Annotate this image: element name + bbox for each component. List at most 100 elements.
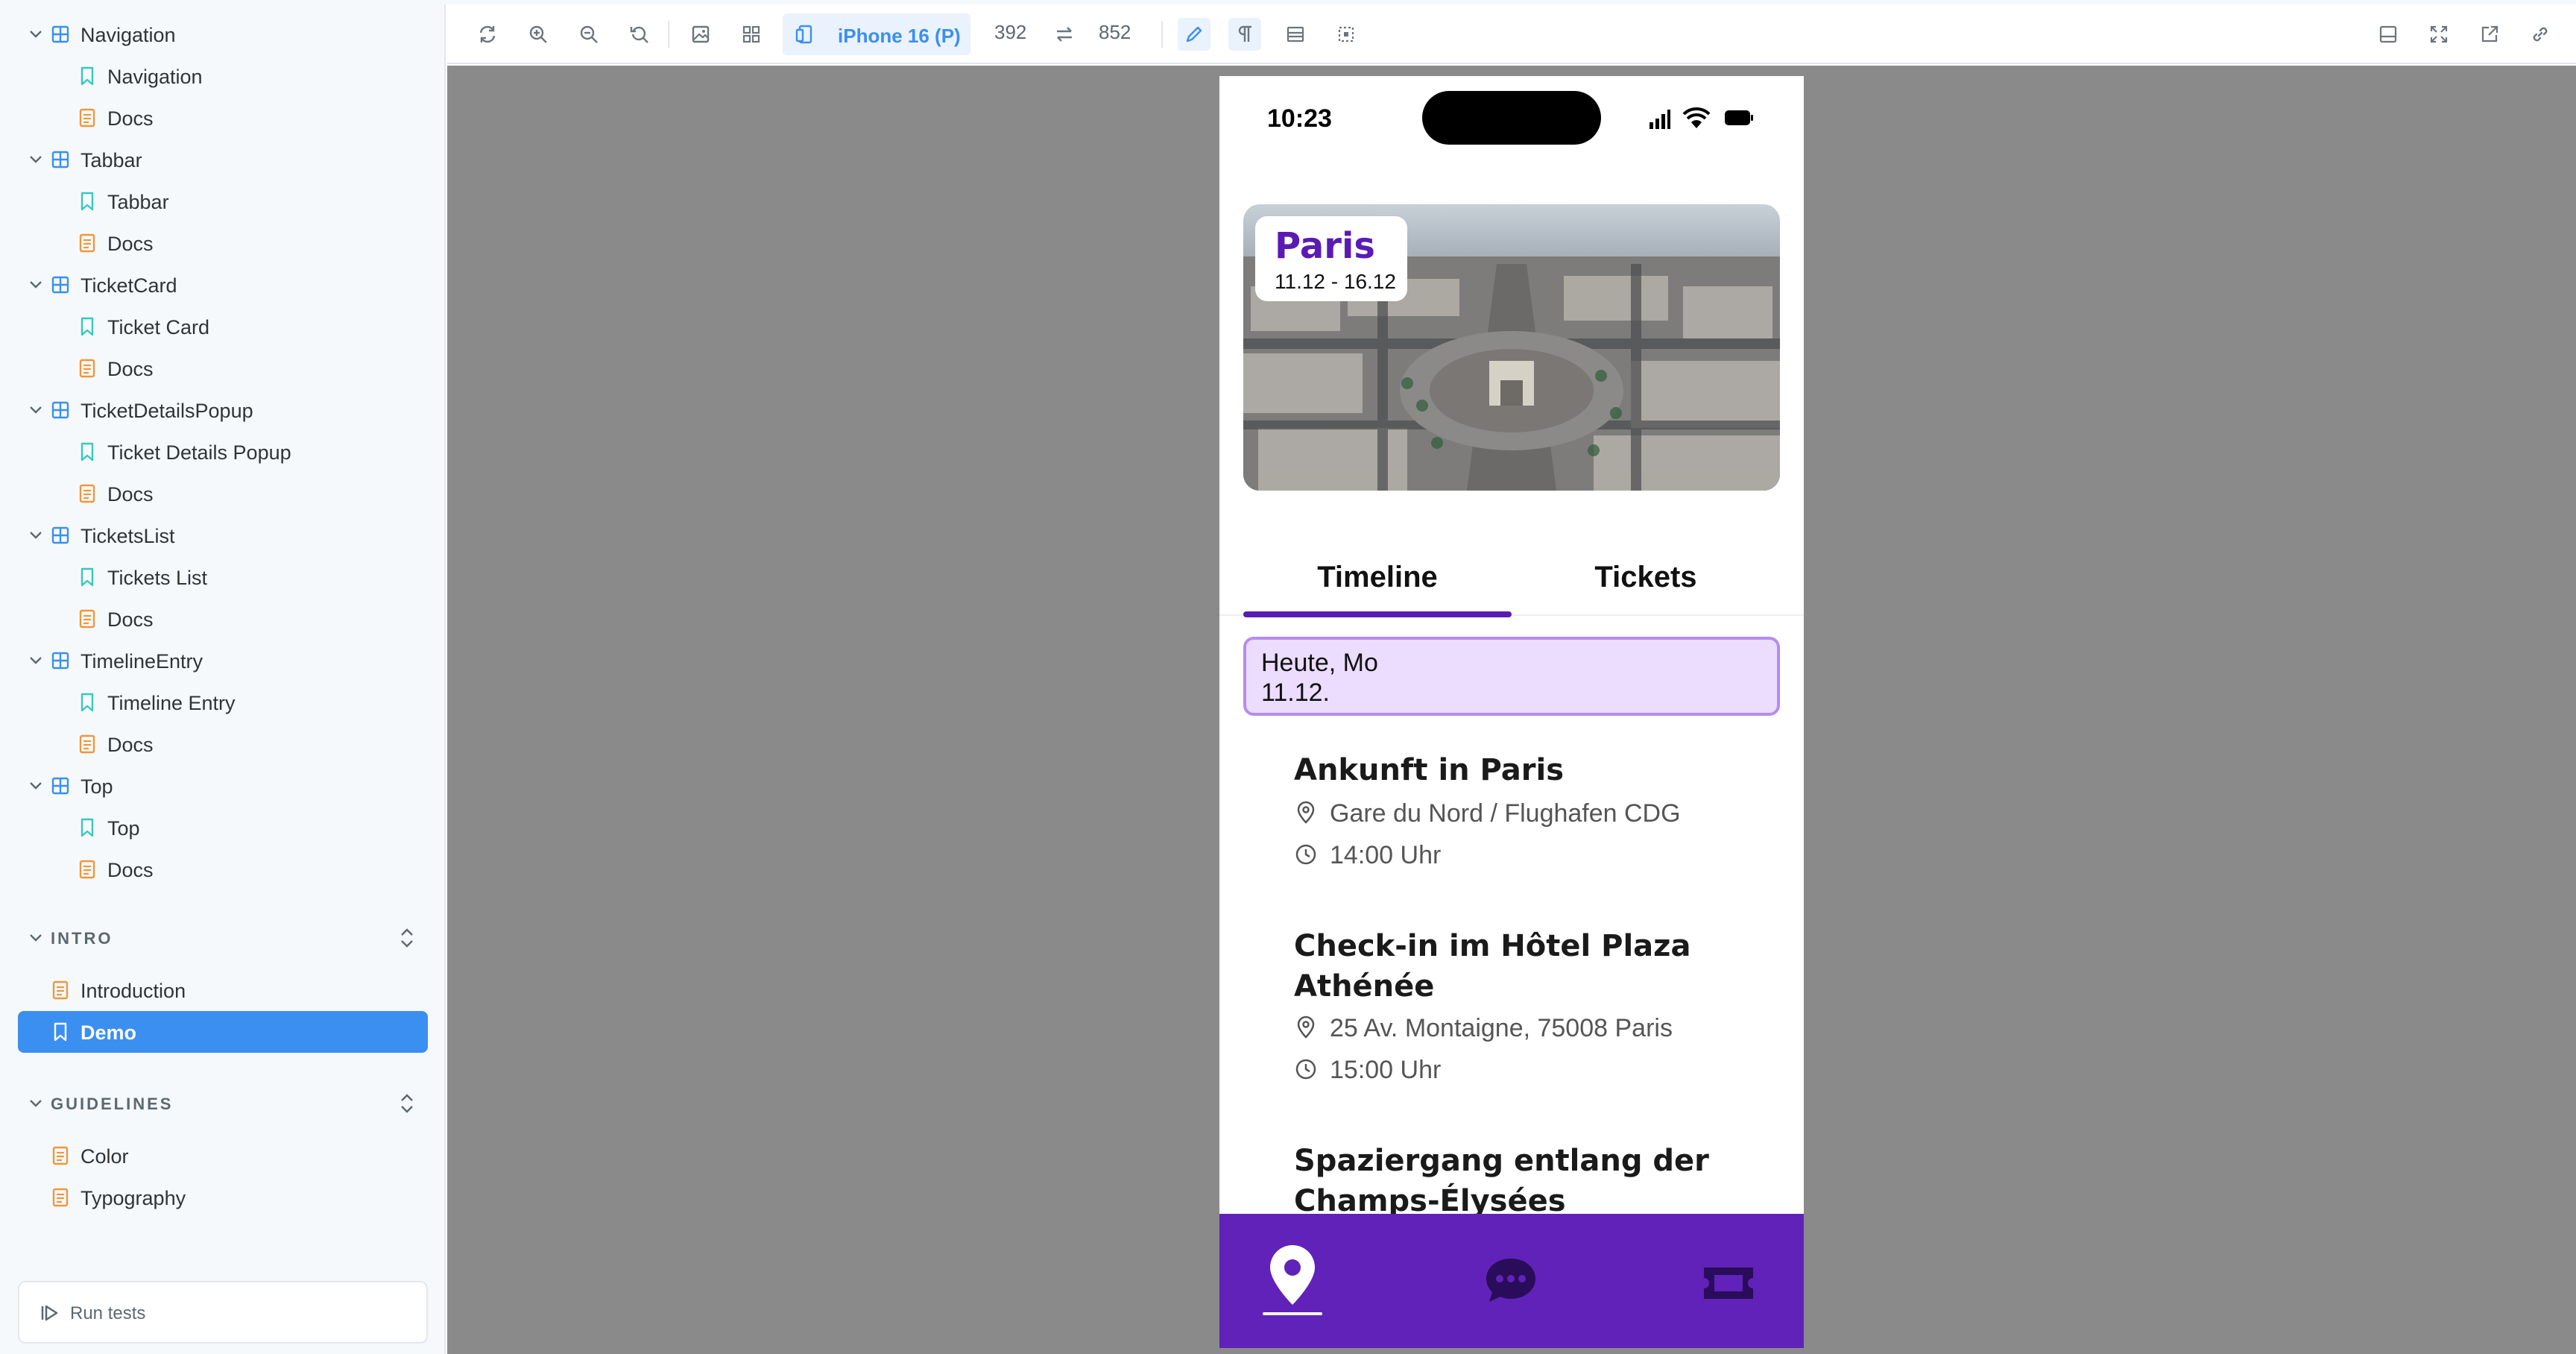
bookmark-icon: [76, 691, 98, 714]
tree-story-item[interactable]: Docs: [0, 97, 444, 139]
section-header[interactable]: INTRO: [0, 917, 444, 959]
tree-story-item[interactable]: Docs: [0, 723, 444, 765]
section-label: GUIDELINES: [51, 1095, 174, 1113]
chevron-down-icon[interactable]: [25, 650, 46, 671]
tree-component-item[interactable]: Navigation: [0, 13, 444, 55]
location-pin-icon[interactable]: [1260, 1244, 1325, 1309]
tree-component-item[interactable]: TicketDetailsPopup: [0, 389, 444, 431]
entry-location: 25 Av. Montaigne, 75008 Paris: [1294, 1013, 1741, 1042]
open-new-tab-button[interactable]: [2473, 18, 2506, 51]
tree-component-item[interactable]: Tabbar: [0, 139, 444, 180]
tree-story-item[interactable]: Tickets List: [0, 556, 444, 598]
background-button[interactable]: [684, 18, 717, 51]
chevron-down-icon[interactable]: [25, 274, 46, 295]
tree-story-item[interactable]: Ticket Card: [0, 306, 444, 347]
tree-item-label: Docs: [107, 107, 154, 130]
section-item[interactable]: Introduction: [0, 969, 444, 1011]
toolbar-separator: [1161, 21, 1163, 48]
fullscreen-button[interactable]: [2422, 18, 2455, 51]
tree-component-item[interactable]: TicketCard: [0, 264, 444, 306]
select-button[interactable]: [1330, 18, 1363, 51]
rotate-viewport-button[interactable]: [1048, 18, 1081, 51]
entry-time: 14:00 Uhr: [1294, 840, 1741, 869]
bottom-navigation: [1219, 1214, 1804, 1348]
zoom-reset-button[interactable]: [623, 18, 656, 51]
chat-bubble-icon[interactable]: [1483, 1256, 1538, 1305]
tree-item-label: Top: [107, 817, 140, 840]
zoom-out-icon: [580, 25, 598, 43]
bookmark-icon: [76, 566, 98, 588]
viewport-height[interactable]: 852: [1099, 21, 1131, 44]
tree-component-item[interactable]: TicketsList: [0, 514, 444, 556]
component-icon: [49, 399, 72, 421]
outline-button[interactable]: [1228, 18, 1261, 51]
layout-button[interactable]: [1279, 18, 1312, 51]
viewport-width[interactable]: 392: [994, 21, 1026, 44]
tree-story-item[interactable]: Docs: [0, 848, 444, 890]
paragraph-icon: [1238, 25, 1251, 42]
layout-icon: [1287, 26, 1304, 42]
section-header[interactable]: GUIDELINES: [0, 1083, 444, 1124]
expand-collapse-icon[interactable]: [395, 1090, 419, 1117]
section-item[interactable]: Demo: [18, 1011, 428, 1053]
tree-component-item[interactable]: Top: [0, 765, 444, 807]
clock-icon: [1295, 1059, 1316, 1080]
status-bar: 10:23: [1219, 76, 1804, 158]
chevron-down-icon[interactable]: [25, 928, 46, 948]
reload-button[interactable]: [471, 18, 504, 51]
panel-toggle-button[interactable]: [2372, 18, 2405, 51]
bookmark-icon: [76, 816, 98, 839]
timeline-entry-title[interactable]: Spaziergang entlang der Champs-Élysées: [1294, 1141, 1741, 1221]
expand-collapse-icon[interactable]: [395, 925, 419, 951]
document-icon: [49, 1186, 72, 1209]
section-item[interactable]: Color: [0, 1135, 444, 1177]
chevron-down-icon[interactable]: [25, 1093, 46, 1114]
bookmark-icon: [76, 65, 98, 87]
chevron-down-icon[interactable]: [25, 400, 46, 421]
ticket-icon[interactable]: [1701, 1265, 1756, 1302]
zoom-in-icon: [529, 25, 547, 43]
viewport-select[interactable]: iPhone 16 (P): [783, 13, 970, 55]
tree-component-item[interactable]: TimelineEntry: [0, 640, 444, 681]
tab-tickets[interactable]: Tickets: [1512, 561, 1780, 594]
tree-story-item[interactable]: Tabbar: [0, 180, 444, 222]
chevron-down-icon[interactable]: [25, 775, 46, 796]
day-label: Heute, Mo: [1261, 649, 1378, 677]
copy-link-button[interactable]: [2524, 18, 2557, 51]
clock-icon: [1295, 844, 1316, 865]
play-icon: [41, 1305, 58, 1321]
tree-story-item[interactable]: Top: [0, 807, 444, 848]
entry-location-text: Gare du Nord / Flughafen CDG: [1330, 799, 1681, 828]
tree-story-item[interactable]: Ticket Details Popup: [0, 431, 444, 473]
bookmark-icon: [49, 1021, 72, 1043]
tree-story-item[interactable]: Docs: [0, 222, 444, 264]
chevron-down-icon[interactable]: [25, 525, 46, 546]
section-item[interactable]: Typography: [0, 1177, 444, 1218]
tree-story-item[interactable]: Docs: [0, 347, 444, 389]
tree-story-item[interactable]: Navigation: [0, 55, 444, 97]
timeline-entry-title[interactable]: Check-in im Hôtel Plaza Athénée: [1294, 926, 1741, 1007]
measure-button[interactable]: [1178, 18, 1210, 51]
tree-item-label: Ticket Details Popup: [107, 441, 291, 464]
entry-time-text: 14:00 Uhr: [1330, 841, 1442, 869]
tree-story-item[interactable]: Timeline Entry: [0, 681, 444, 723]
grid-button[interactable]: [735, 18, 768, 51]
tree-item-label: Docs: [107, 483, 154, 506]
viewport-label: iPhone 16 (P): [838, 25, 961, 47]
tree-story-item[interactable]: Docs: [0, 473, 444, 514]
tree-story-item[interactable]: Docs: [0, 598, 444, 640]
tree-item-label: Docs: [107, 608, 154, 631]
city-name: Paris: [1275, 225, 1375, 267]
timeline-entry-title[interactable]: Ankunft in Paris: [1294, 750, 1741, 790]
section-item-label: Color: [80, 1145, 129, 1168]
chevron-down-icon[interactable]: [25, 24, 46, 45]
open-new-icon: [2481, 25, 2498, 42]
zoom-out-button[interactable]: [572, 18, 605, 51]
chevron-down-icon[interactable]: [25, 149, 46, 170]
grid-icon: [742, 25, 760, 43]
run-tests-button[interactable]: Run tests: [18, 1281, 428, 1344]
document-icon: [76, 232, 98, 254]
zoom-in-button[interactable]: [522, 18, 555, 51]
tab-timeline[interactable]: Timeline: [1243, 561, 1512, 594]
entry-location: Gare du Nord / Flughafen CDG: [1294, 798, 1741, 828]
